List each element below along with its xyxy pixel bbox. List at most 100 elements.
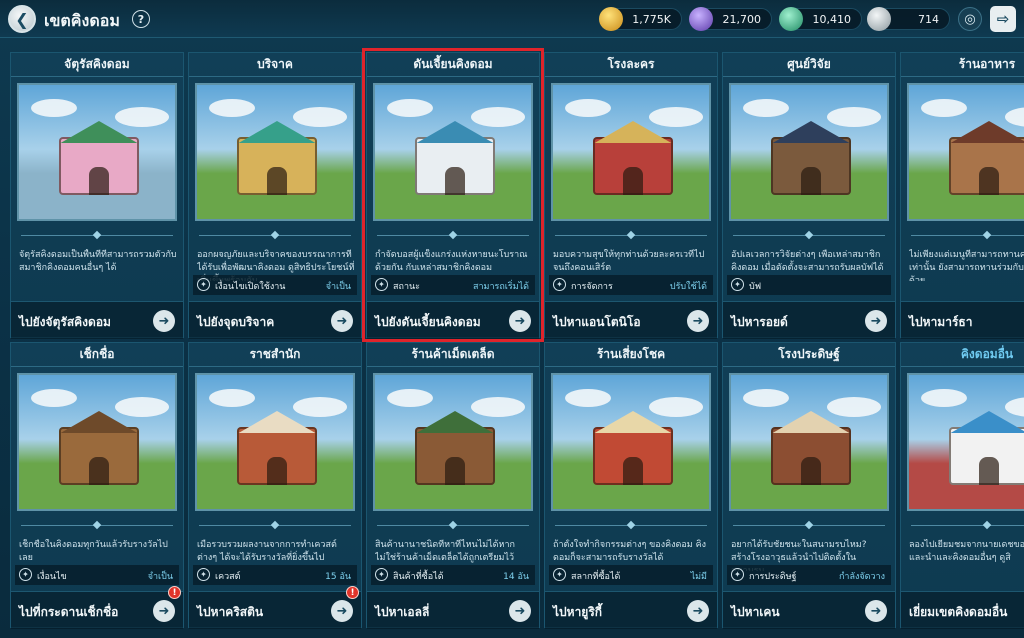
status-value: จำเป็น bbox=[325, 282, 351, 292]
arrow-right-icon[interactable]: ➜ bbox=[153, 600, 175, 622]
arrow-right-icon[interactable]: ➜ bbox=[509, 600, 531, 622]
card-footer-link[interactable]: ไปหาคริสติน bbox=[197, 603, 263, 622]
facility-card[interactable]: ร้านเสี่ยงโชค ถ้าตั้งใจทำกิจกรรมต่างๆ ขอ… bbox=[544, 342, 718, 629]
gold-coin-icon bbox=[599, 7, 623, 31]
status-icon: ✦ bbox=[553, 568, 566, 581]
arrow-right-icon[interactable]: ➜ bbox=[687, 600, 709, 622]
page-title: เขตคิงดอม bbox=[44, 11, 120, 30]
status-label: บัฟ bbox=[749, 282, 762, 292]
status-icon: ✦ bbox=[375, 278, 388, 291]
facility-card[interactable]: ดันเจี้ยนคิงดอม กำจัดบอสผู้แข็งแกร่งแห่ง… bbox=[366, 52, 540, 339]
facility-image bbox=[195, 83, 355, 221]
card-footer-link[interactable]: ไปหาเอลลี่ bbox=[375, 603, 429, 622]
card-title: โรงละคร bbox=[545, 53, 717, 77]
card-title: คิงดอมอื่น bbox=[901, 343, 1024, 367]
gem-currency[interactable]: 10,410 bbox=[779, 7, 862, 31]
facility-card[interactable]: ร้านค้าเม็ดเตล็ด สินค้านานาชนิดที่หาที่ไ… bbox=[366, 342, 540, 629]
exit-door-icon[interactable]: ⇨ bbox=[990, 6, 1016, 32]
silver-currency[interactable]: 714 bbox=[867, 7, 950, 31]
card-footer[interactable]: ไปหาเอลลี่ ➜ bbox=[367, 591, 539, 629]
arrow-right-icon[interactable]: ➜ bbox=[865, 310, 887, 332]
facility-card[interactable]: บริจาค ออกผจญภัยและบริจาคของบรรณาการที่ไ… bbox=[188, 52, 362, 339]
card-divider bbox=[555, 520, 707, 530]
card-footer-link[interactable]: เยี่ยมเขตคิงดอมอื่น bbox=[909, 603, 1007, 622]
gold-currency[interactable]: 1,775K bbox=[599, 7, 682, 31]
card-footer-link[interactable]: ไปที่กระดานเช็กชื่อ bbox=[19, 603, 118, 622]
arrow-right-icon[interactable]: ➜ bbox=[331, 310, 353, 332]
status-label: สินค้าที่ซื้อได้ bbox=[393, 572, 444, 582]
card-status-row: ✦ สินค้าที่ซื้อได้ 14 อัน bbox=[371, 565, 535, 585]
help-icon[interactable]: ? bbox=[132, 10, 150, 28]
crystal-icon bbox=[689, 7, 713, 31]
card-footer[interactable]: ไปหาคริสติน ➜ ! bbox=[189, 586, 361, 629]
facility-image bbox=[551, 83, 711, 221]
status-label: การประดิษฐ์ bbox=[749, 572, 797, 582]
arrow-right-icon[interactable]: ➜ bbox=[153, 310, 175, 332]
silver-orb-icon bbox=[867, 7, 891, 31]
silver-amount: 714 bbox=[918, 13, 939, 26]
card-footer-link[interactable]: ไปหาเคน bbox=[731, 603, 780, 622]
card-divider bbox=[911, 520, 1024, 530]
card-footer[interactable]: ไปหามาร์ธา ➜ bbox=[901, 301, 1024, 339]
card-footer-link[interactable]: ไปหายูริกี้ bbox=[553, 603, 602, 622]
card-divider bbox=[21, 520, 173, 530]
facility-card[interactable]: โรงละคร มอบความสุขให้ทุกท่านด้วยละครเวที… bbox=[544, 52, 718, 339]
card-divider bbox=[199, 520, 351, 530]
facility-image bbox=[729, 83, 889, 221]
card-footer[interactable]: ไปหาเคน ➜ bbox=[723, 591, 895, 629]
card-divider bbox=[21, 230, 173, 240]
card-footer[interactable]: เยี่ยมเขตคิงดอมอื่น ➜ bbox=[901, 591, 1024, 629]
card-status-row: ✦ บัฟ bbox=[727, 275, 891, 295]
facility-grid: จัตุรัสคิงดอม จัตุรัสคิงดอมเป็นพื้นที่ที… bbox=[10, 48, 1024, 638]
card-footer[interactable]: ไปหายูริกี้ ➜ bbox=[545, 591, 717, 629]
card-footer-link[interactable]: ไปยังจัตุรัสคิงดอม bbox=[19, 313, 111, 332]
card-footer-link[interactable]: ไปยังจุดบริจาค bbox=[197, 313, 274, 332]
card-status-row: ✦ การจัดการ ปรับใช้ได้ bbox=[549, 275, 713, 295]
card-status-row: ✦ เงื่อนไข จำเป็น bbox=[15, 565, 179, 585]
card-footer[interactable]: ไปยังจุดบริจาค ➜ bbox=[189, 301, 361, 339]
facility-card[interactable]: เช็กชื่อ เช็กชื่อในคิงดอมทุกวันแล้วรับรา… bbox=[10, 342, 184, 629]
status-label: เควสต์ bbox=[215, 572, 241, 582]
arrow-right-icon[interactable]: ➜ bbox=[509, 310, 531, 332]
crystal-currency[interactable]: 21,700 bbox=[689, 7, 772, 31]
card-footer[interactable]: ไปยังดันเจี้ยนคิงดอม ➜ bbox=[367, 301, 539, 339]
target-icon[interactable]: ◎ bbox=[958, 7, 982, 31]
facility-image bbox=[373, 373, 533, 511]
card-footer-link[interactable]: ไปยังดันเจี้ยนคิงดอม bbox=[375, 313, 481, 332]
status-value: จำเป็น bbox=[147, 572, 173, 582]
status-value: ปรับใช้ได้ bbox=[669, 282, 707, 292]
card-divider bbox=[377, 230, 529, 240]
card-footer-link[interactable]: ไปหามาร์ธา bbox=[909, 313, 972, 332]
arrow-right-icon[interactable]: ➜ bbox=[687, 310, 709, 332]
status-value: สามารถเริ่มได้ bbox=[472, 282, 529, 292]
facility-image bbox=[17, 373, 177, 511]
card-title: ร้านค้าเม็ดเตล็ด bbox=[367, 343, 539, 367]
card-title: บริจาค bbox=[189, 53, 361, 77]
facility-card[interactable]: ราชสำนัก เมื่อรวบรวมผลงานจากการทำเควสต์ … bbox=[188, 342, 362, 629]
card-footer-link[interactable]: ไปหาแอนโตนิโอ bbox=[553, 313, 641, 332]
card-footer[interactable]: ไปที่กระดานเช็กชื่อ ➜ ! bbox=[11, 586, 183, 629]
status-icon: ✦ bbox=[19, 568, 32, 581]
card-divider bbox=[555, 230, 707, 240]
card-divider bbox=[377, 520, 529, 530]
facility-card[interactable]: จัตุรัสคิงดอม จัตุรัสคิงดอมเป็นพื้นที่ที… bbox=[10, 52, 184, 339]
facility-card[interactable]: โรงประดิษฐ์ อยากได้รับชัยชนะในสนามรบไหม?… bbox=[722, 342, 896, 629]
status-icon: ✦ bbox=[731, 568, 744, 581]
back-arrow-icon[interactable]: ❮ bbox=[8, 5, 36, 33]
facility-card[interactable]: คิงดอมอื่น ลองไปเยี่ยมชมจากนายเดชของคิงด… bbox=[900, 342, 1024, 629]
card-footer[interactable]: ไปหาแอนโตนิโอ ➜ bbox=[545, 301, 717, 339]
card-divider bbox=[911, 230, 1024, 240]
card-footer[interactable]: ไปหารอยด์ ➜ bbox=[723, 301, 895, 339]
arrow-right-icon[interactable]: ➜ bbox=[865, 600, 887, 622]
card-title: ร้านเสี่ยงโชค bbox=[545, 343, 717, 367]
arrow-right-icon[interactable]: ➜ bbox=[331, 600, 353, 622]
card-footer[interactable]: ไปยังจัตุรัสคิงดอม ➜ bbox=[11, 301, 183, 339]
notification-badge-icon: ! bbox=[168, 586, 181, 599]
facility-card[interactable]: ร้านอาหาร ไม่เพียงแต่เมนูที่สามารถทานคนเ… bbox=[900, 52, 1024, 339]
facility-image bbox=[195, 373, 355, 511]
status-label: เงื่อนไข bbox=[37, 572, 67, 582]
facility-card[interactable]: ศูนย์วิจัย อัปเลเวลการวิจัยต่างๆ เพื่อเห… bbox=[722, 52, 896, 339]
card-status-row: ✦ เงื่อนไขเปิดใช้งาน จำเป็น bbox=[193, 275, 357, 295]
card-footer-link[interactable]: ไปหารอยด์ bbox=[731, 313, 788, 332]
card-divider bbox=[733, 230, 885, 240]
